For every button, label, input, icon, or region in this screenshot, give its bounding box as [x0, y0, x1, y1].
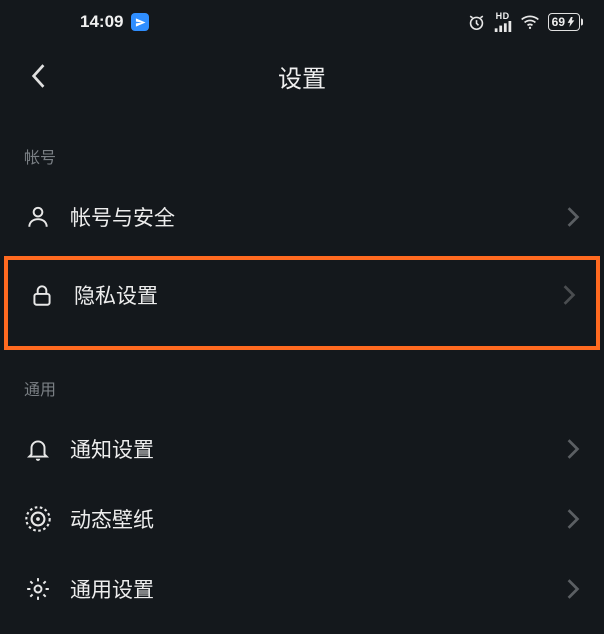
back-button[interactable] [24, 62, 52, 90]
row-privacy[interactable]: 隐私设置 [8, 266, 596, 324]
live-wallpaper-icon [24, 505, 52, 533]
nav-bar: 设置 [0, 44, 604, 108]
status-time-group: 14:09 [80, 12, 149, 32]
bell-icon [24, 435, 52, 463]
lock-icon [28, 281, 56, 309]
battery-indicator: 69 [548, 13, 580, 31]
status-time: 14:09 [80, 12, 123, 32]
row-label: 动态壁纸 [70, 504, 548, 534]
status-bar: 14:09 HD 69 [0, 0, 604, 44]
alarm-icon [467, 13, 486, 32]
row-general-settings[interactable]: 通用设置 [0, 554, 604, 612]
chevron-right-icon [566, 508, 580, 530]
row-notifications[interactable]: 通知设置 [0, 414, 604, 484]
gear-icon [24, 575, 52, 603]
chevron-right-icon [566, 438, 580, 460]
wifi-icon [520, 14, 540, 30]
chevron-right-icon [562, 284, 576, 306]
person-icon [24, 203, 52, 231]
section-header-general: 通用 [0, 350, 604, 414]
row-label: 通用设置 [70, 574, 548, 604]
section-header-account: 帐号 [0, 108, 604, 182]
chevron-right-icon [566, 578, 580, 600]
status-right: HD 69 [467, 12, 580, 32]
paper-plane-icon [131, 13, 149, 31]
page-title: 设置 [0, 59, 604, 94]
row-label: 帐号与安全 [70, 202, 548, 232]
battery-level: 69 [552, 15, 565, 29]
row-label: 隐私设置 [74, 280, 544, 310]
signal-icon: HD [494, 12, 512, 32]
row-account-security[interactable]: 帐号与安全 [0, 182, 604, 252]
row-label: 通知设置 [70, 434, 548, 464]
highlight-privacy: 隐私设置 [4, 256, 600, 350]
chevron-right-icon [566, 206, 580, 228]
hd-label: HD [496, 12, 510, 21]
row-live-wallpaper[interactable]: 动态壁纸 [0, 484, 604, 554]
